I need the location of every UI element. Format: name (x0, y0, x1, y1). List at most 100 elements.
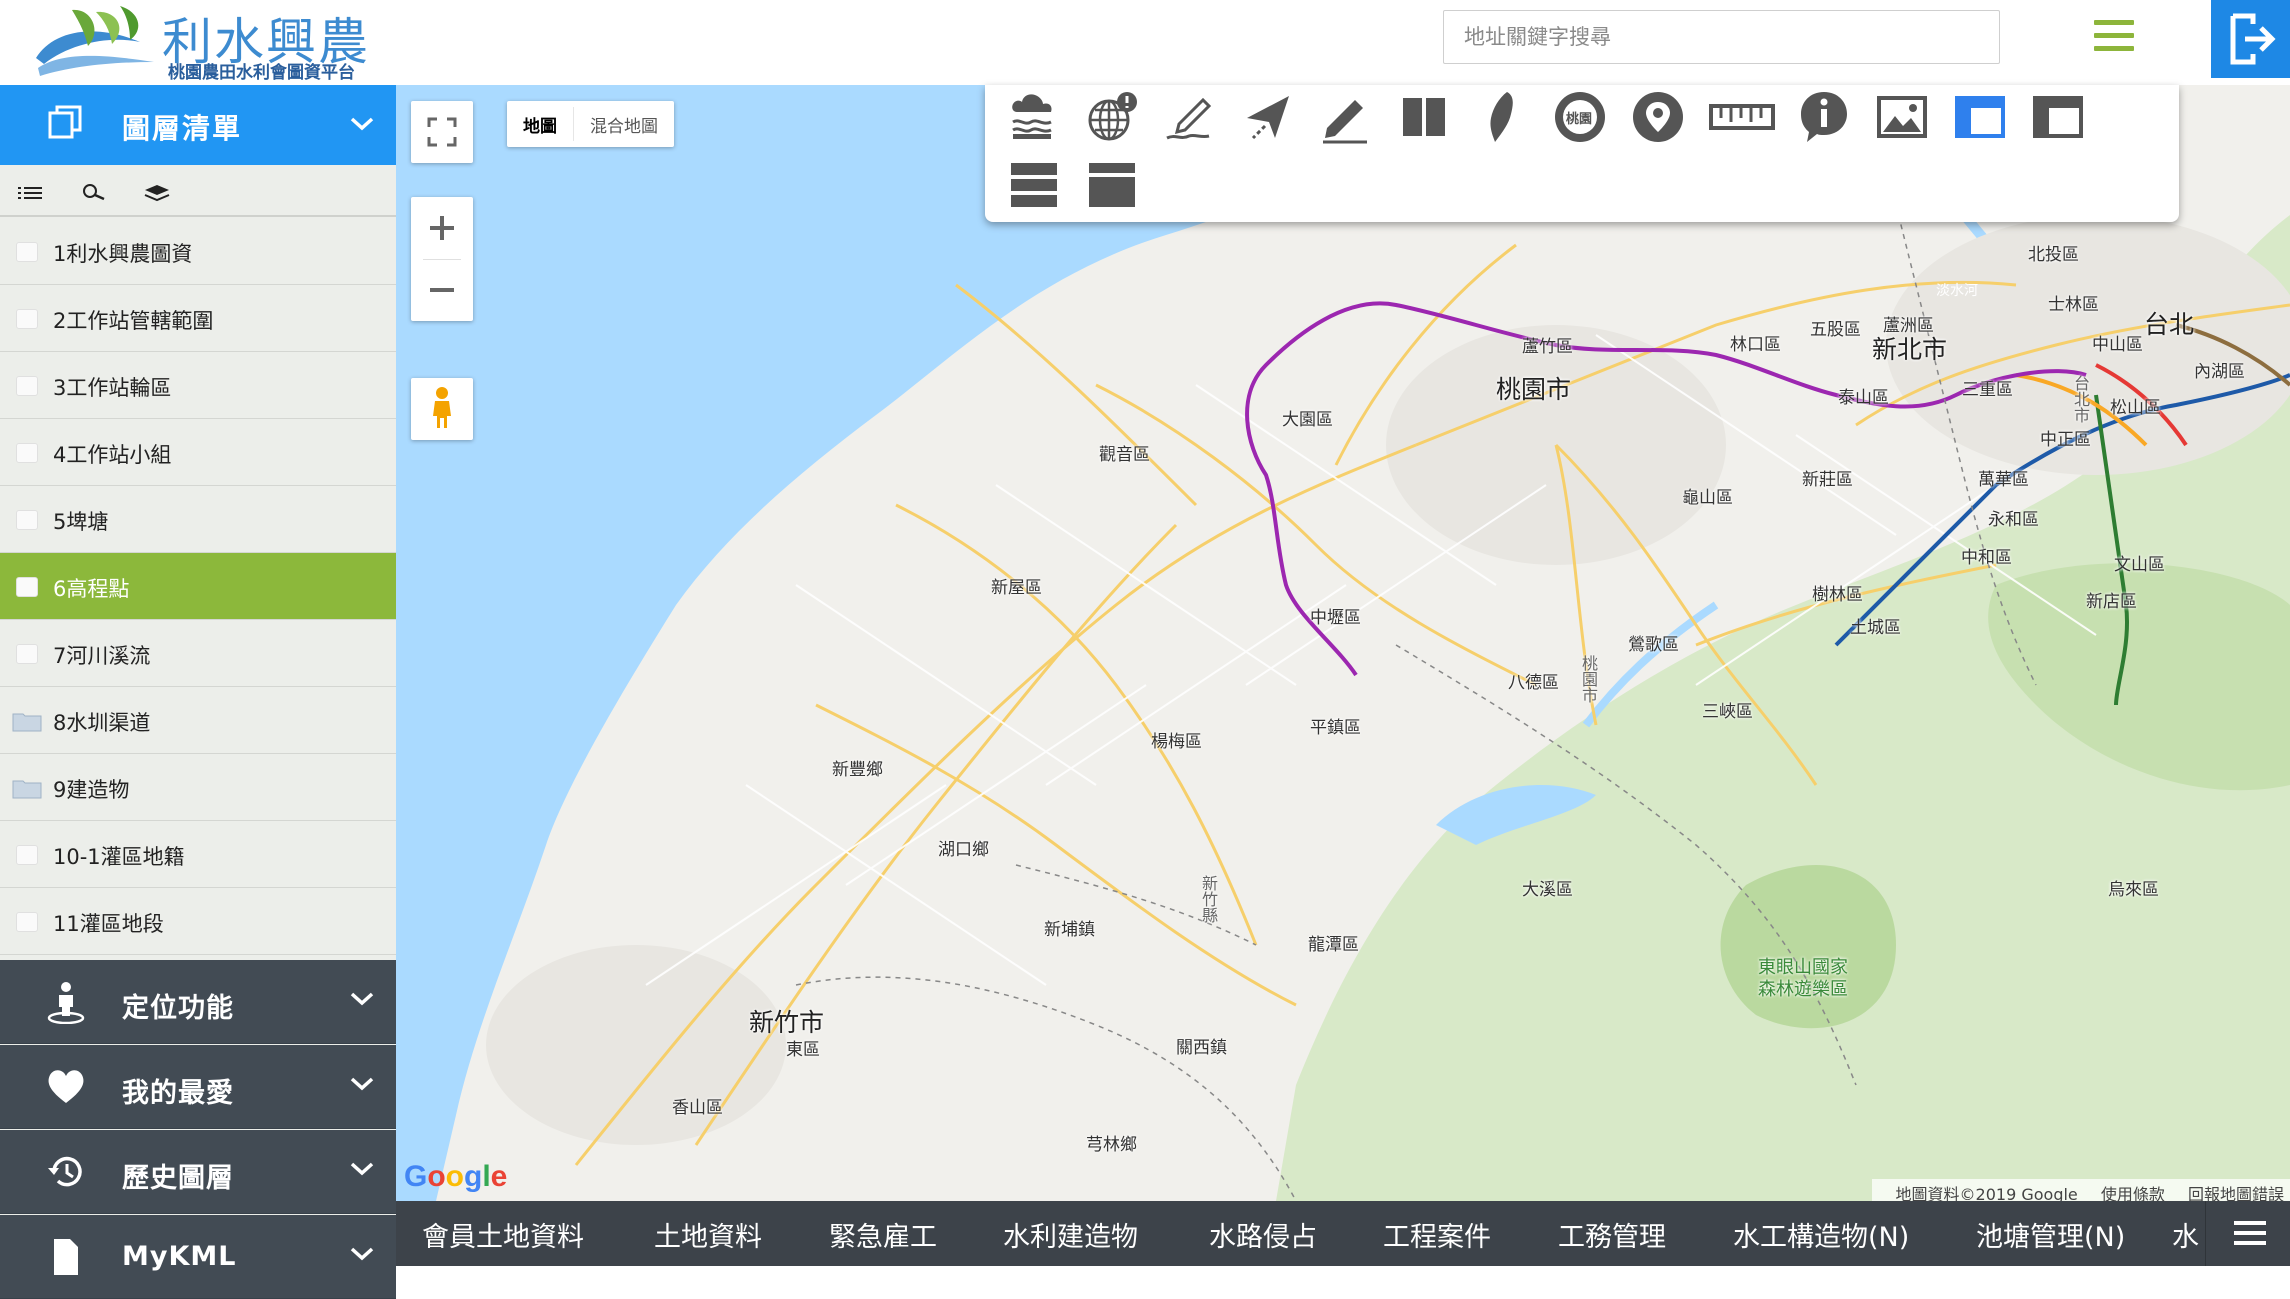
address-search-input[interactable] (1443, 10, 2000, 64)
layer-item[interactable]: 1利水興農圖資 (0, 218, 396, 285)
globe-alert-icon[interactable] (1083, 88, 1141, 146)
section-mykml[interactable]: MyKML (0, 1215, 396, 1299)
hamburger-icon[interactable] (2094, 20, 2134, 54)
layer-item[interactable]: 10-1灌區地籍 (0, 821, 396, 888)
tab-member-land[interactable]: 會員土地資料 (422, 1215, 584, 1254)
place-label: 永和區 (1988, 510, 2039, 530)
layer-item[interactable]: 4工作站小組 (0, 419, 396, 486)
layer-label: 2工作站管轄範圍 (53, 309, 214, 333)
pegman-icon (433, 387, 451, 428)
layer-checkbox[interactable] (16, 845, 38, 865)
layer-checkbox[interactable] (16, 912, 38, 932)
list-icon[interactable] (18, 183, 44, 203)
section-history[interactable]: 歷史圖層 (0, 1130, 396, 1214)
split-view-icon[interactable] (1395, 88, 1453, 146)
layer-checkbox[interactable] (16, 376, 38, 396)
logout-icon (2230, 13, 2276, 65)
layer-item-active[interactable]: 6高程點 (0, 553, 396, 620)
logo-leaf-icon (36, 6, 154, 76)
river-label: 淡水河 (1936, 283, 1978, 299)
place-label: 大溪區 (1522, 880, 1573, 900)
layer-folder[interactable]: 9建造物 (0, 754, 396, 821)
location-pin-icon[interactable] (1629, 88, 1687, 146)
logo[interactable]: 利水興農 桃園農田水利會圖資平台 (32, 0, 382, 85)
layer-checkbox[interactable] (16, 309, 38, 329)
place-label: 文山區 (2114, 555, 2165, 575)
layer-label: 1利水興農圖資 (53, 242, 193, 266)
search-icon[interactable] (78, 183, 108, 203)
zoom-control (411, 197, 473, 321)
layout-header-icon[interactable] (1083, 155, 1141, 213)
maptype-hybrid-button[interactable]: 混合地圖 (574, 101, 674, 147)
street-view-pegman[interactable] (411, 378, 473, 440)
send-plane-icon[interactable] (1239, 88, 1297, 146)
image-icon[interactable] (1873, 88, 1931, 146)
taiwan-map-icon[interactable] (1473, 88, 1531, 146)
tab-waterway-encroachment[interactable]: 水路侵占 (1209, 1215, 1317, 1254)
ruler-icon[interactable] (1707, 88, 1777, 146)
section-location[interactable]: 定位功能 (0, 960, 396, 1044)
tab-water-structures[interactable]: 水利建造物 (1003, 1215, 1138, 1254)
tab-works-management[interactable]: 工務管理 (1558, 1215, 1666, 1254)
tab-emergency-hire[interactable]: 緊急雇工 (829, 1215, 937, 1254)
fullscreen-button[interactable] (411, 101, 473, 163)
layout-left-icon[interactable] (1951, 88, 2009, 146)
google-logo[interactable]: Google (404, 1160, 507, 1194)
layer-list-header[interactable]: 圖層清單 (0, 85, 396, 165)
place-label: 松山區 (2110, 398, 2161, 418)
place-label: 新埔鎮 (1044, 920, 1095, 940)
pen-sign-icon[interactable] (1161, 88, 1219, 146)
place-label: 芎林鄉 (1086, 1135, 1137, 1155)
place-label: 龜山區 (1682, 488, 1733, 508)
pencil-icon[interactable] (1317, 88, 1375, 146)
weather-flood-icon[interactable] (1005, 88, 1063, 146)
tab-pond-management[interactable]: 池塘管理(N) (1976, 1215, 2125, 1254)
layer-item[interactable]: 3工作站輪區 (0, 352, 396, 419)
place-label: 鶯歌區 (1628, 635, 1679, 655)
layer-item[interactable]: 7河川溪流 (0, 620, 396, 687)
section-favorites[interactable]: 我的最愛 (0, 1045, 396, 1129)
layout-top-icon[interactable] (2029, 88, 2087, 146)
place-label: 蘆竹區 (1522, 337, 1573, 357)
section-label: 定位功能 (122, 993, 234, 1024)
layer-label: 9建造物 (53, 778, 130, 802)
tab-hydraulic-structures[interactable]: 水工構造物(N) (1733, 1215, 1909, 1254)
map-canvas[interactable]: 桃園市 新北市 台北 新竹市 大園區 觀音區 蘆竹區 新屋區 中壢區 平鎮區 楊… (396, 85, 2290, 1201)
tab-land-data[interactable]: 土地資料 (654, 1215, 762, 1254)
layer-checkbox[interactable] (16, 644, 38, 664)
chevron-down-icon (350, 1077, 374, 1091)
terms-link[interactable]: 使用條款 (2101, 1185, 2165, 1201)
layer-label: 8水圳渠道 (53, 711, 151, 735)
section-label: MyKML (122, 1241, 237, 1272)
place-label: 三重區 (1962, 380, 2013, 400)
layer-item[interactable]: 11灌區地段 (0, 888, 396, 955)
zoom-out-icon[interactable] (411, 259, 473, 321)
bottom-menu-button[interactable] (2205, 1201, 2290, 1266)
place-label: 烏來區 (2108, 880, 2159, 900)
maptype-map-button[interactable]: 地圖 (507, 101, 573, 147)
layer-checkbox[interactable] (16, 577, 38, 597)
place-label: 龍潭區 (1308, 935, 1359, 955)
place-label: 關西鎮 (1176, 1038, 1227, 1058)
tab-engineering-cases[interactable]: 工程案件 (1383, 1215, 1491, 1254)
place-label: 五股區 (1810, 320, 1861, 340)
layer-label: 10-1灌區地籍 (53, 845, 185, 869)
section-label: 歷史圖層 (122, 1163, 234, 1194)
place-label: 楊梅區 (1151, 732, 1202, 752)
layer-checkbox[interactable] (16, 443, 38, 463)
taoyuan-badge-icon[interactable]: 桃園 (1551, 88, 1609, 146)
info-icon[interactable] (1795, 88, 1853, 146)
layer-item[interactable]: 2工作站管轄範圍 (0, 285, 396, 352)
place-label: 森林遊樂區 (1758, 979, 1848, 1000)
layer-item[interactable]: 5埤塘 (0, 486, 396, 553)
layer-folder[interactable]: 8水圳渠道 (0, 687, 396, 754)
layer-checkbox[interactable] (16, 510, 38, 530)
layer-checkbox[interactable] (16, 242, 38, 262)
layers-icon[interactable] (142, 183, 172, 203)
logout-button[interactable] (2211, 0, 2290, 78)
report-map-error-link[interactable]: 回報地圖錯誤 (2188, 1185, 2284, 1201)
layout-rows-icon[interactable] (1005, 155, 1063, 213)
zoom-in-icon[interactable] (411, 197, 473, 259)
layer-label: 11灌區地段 (53, 912, 164, 936)
tab-truncated[interactable]: 水 (2172, 1215, 2199, 1254)
